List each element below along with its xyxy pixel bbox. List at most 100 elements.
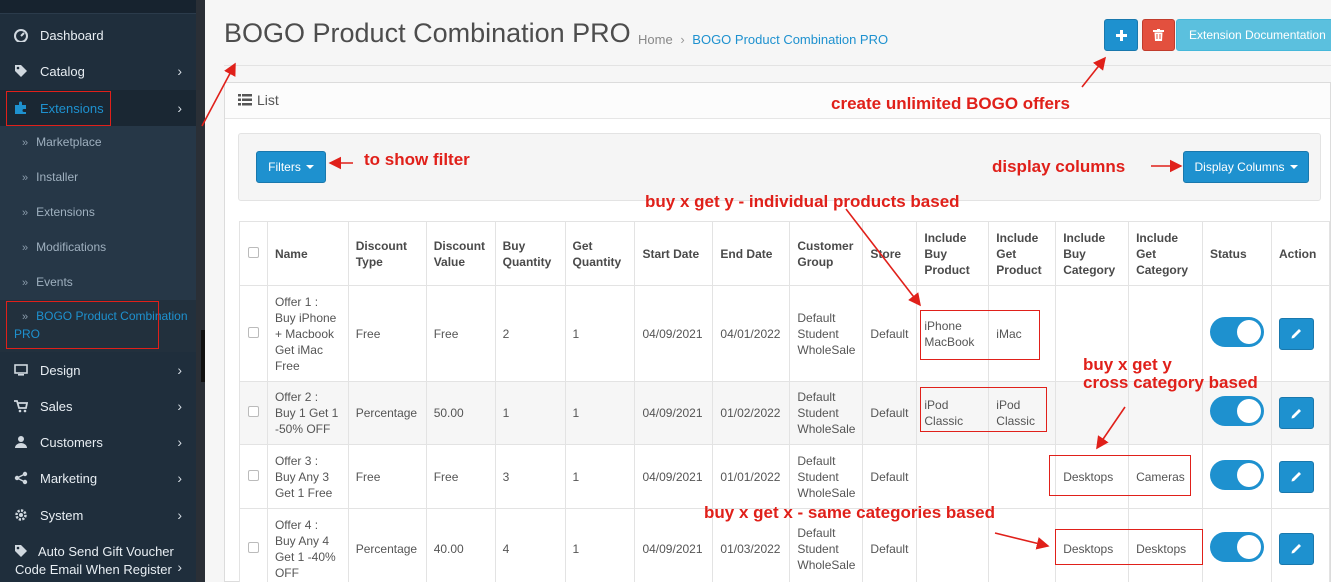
extension-documentation-button[interactable]: Extension Documentation — [1176, 19, 1331, 51]
column-header[interactable]: Include Buy Category — [1055, 221, 1130, 286]
add-button[interactable] — [1104, 19, 1138, 51]
offers-table: Name Discount Type Discount Value Buy Qu… — [239, 221, 1331, 582]
edit-button[interactable] — [1278, 317, 1314, 350]
chevron-right-icon: › — [177, 507, 182, 523]
column-header[interactable]: Include Get Category — [1128, 221, 1203, 286]
caret-down-icon — [305, 165, 314, 169]
cell-start: 04/09/2021 — [634, 285, 714, 382]
chevron-right-icon: › — [177, 362, 182, 378]
sidebar-item-label: Design — [40, 362, 81, 378]
dashboard-icon — [14, 28, 30, 43]
row-checkbox[interactable] — [247, 541, 259, 553]
chevron-right-icon: › — [177, 434, 182, 450]
breadcrumb-home[interactable]: Home — [638, 32, 673, 47]
status-toggle[interactable] — [1209, 316, 1264, 347]
edit-button[interactable] — [1278, 397, 1314, 429]
sidebar-sub-events[interactable]: » Events — [0, 266, 196, 300]
column-header[interactable]: Discount Type — [347, 221, 427, 286]
cell-name: Offer 2 : Buy 1 Get 1 -50% OFF — [266, 381, 349, 445]
same-categories-box — [1055, 529, 1203, 565]
row-checkbox[interactable] — [247, 326, 259, 338]
cart-icon — [14, 399, 30, 413]
cell-action — [1270, 508, 1331, 582]
sub-item-label: Modifications — [36, 240, 107, 254]
cell-value: Free — [425, 444, 496, 509]
sub-item-label: Extensions — [36, 205, 95, 219]
cell-end: 01/01/2022 — [712, 444, 791, 509]
column-header[interactable]: Name — [266, 221, 349, 286]
sidebar-item-design[interactable]: Design › — [0, 359, 196, 381]
breadcrumb-current[interactable]: BOGO Product Combination PRO — [692, 32, 888, 47]
caret-down-icon — [1289, 165, 1298, 169]
column-header[interactable]: Include Buy Product — [916, 221, 990, 286]
share-icon — [14, 471, 30, 485]
pencil-icon — [1291, 408, 1301, 418]
list-icon — [238, 94, 252, 106]
edit-button[interactable] — [1278, 532, 1314, 565]
table-header-row: Name Discount Type Discount Value Buy Qu… — [239, 221, 1331, 286]
cell-buy-qty: 2 — [494, 285, 566, 382]
cell-action — [1270, 444, 1331, 509]
trash-icon — [1153, 29, 1164, 41]
sidebar-item-system[interactable]: System › — [0, 504, 196, 526]
delete-button[interactable] — [1142, 19, 1175, 51]
sidebar-item-label: Sales — [40, 398, 73, 414]
sidebar: Dashboard Catalog › Extensions › » Market… — [0, 0, 196, 582]
sidebar-item-label: Auto Send Gift Voucher Code Email When R… — [15, 544, 174, 577]
cell-get-qty: 1 — [564, 508, 636, 582]
row-checkbox[interactable] — [247, 406, 259, 417]
annotation-cross-category-1: buy x get y — [1083, 355, 1172, 374]
panel-heading: List — [225, 83, 1330, 119]
monitor-icon — [14, 363, 30, 377]
column-header[interactable]: Store — [862, 221, 918, 286]
row-checkbox[interactable] — [247, 469, 259, 481]
cell-start: 04/09/2021 — [634, 444, 714, 509]
status-toggle[interactable] — [1209, 531, 1264, 562]
sidebar-item-label: System — [40, 507, 84, 523]
cell-action — [1270, 381, 1331, 445]
column-header[interactable]: End Date — [712, 221, 791, 286]
filters-label: Filters — [268, 160, 301, 174]
row-select-cell — [239, 381, 268, 445]
display-columns-button[interactable]: Display Columns — [1183, 151, 1309, 183]
sidebar-sub-modifications[interactable]: » Modifications — [0, 231, 196, 266]
sidebar-item-customers[interactable]: Customers › — [0, 431, 196, 453]
column-header[interactable]: Discount Value — [425, 221, 496, 286]
header-divider — [224, 65, 1331, 66]
status-toggle[interactable] — [1209, 459, 1264, 490]
filters-button[interactable]: Filters — [256, 151, 326, 183]
cell-type: Free — [347, 285, 427, 382]
sidebar-item-dashboard[interactable]: Dashboard — [0, 24, 196, 46]
sidebar-item-catalog[interactable]: Catalog › — [0, 60, 196, 82]
sidebar-item-marketing[interactable]: Marketing › — [0, 467, 196, 489]
cell-get-qty: 1 — [564, 285, 636, 382]
chevron-right-icon: › — [177, 100, 182, 116]
sub-item-label: Events — [36, 275, 73, 289]
sidebar-item-gift-voucher[interactable]: Auto Send Gift Voucher Code Email When R… — [0, 541, 196, 581]
cross-category-box — [1049, 455, 1191, 496]
column-header[interactable]: Get Quantity — [564, 221, 636, 286]
sidebar-sub-installer[interactable]: » Installer — [0, 161, 196, 196]
sub-item-label: Marketplace — [36, 135, 102, 149]
cell-status — [1201, 285, 1272, 382]
edit-button[interactable] — [1278, 460, 1314, 493]
column-header[interactable]: Customer Group — [789, 221, 864, 286]
chevron-right-icon: › — [177, 398, 182, 414]
display-columns-label: Display Columns — [1194, 160, 1285, 174]
cell-start: 04/09/2021 — [634, 381, 714, 445]
column-header[interactable]: Include Get Product — [988, 221, 1057, 286]
sidebar-item-sales[interactable]: Sales › — [0, 395, 196, 417]
column-header[interactable]: Buy Quantity — [494, 221, 566, 286]
same-products-box — [920, 387, 1047, 432]
column-header[interactable]: Start Date — [634, 221, 714, 286]
cell-get-product — [988, 508, 1057, 582]
cell-group: Default Student WholeSale — [789, 381, 864, 445]
sidebar-sub-marketplace[interactable]: » Marketplace — [0, 126, 196, 161]
select-all-checkbox[interactable] — [247, 246, 259, 258]
status-toggle[interactable] — [1209, 396, 1264, 426]
column-header[interactable]: Status — [1201, 221, 1272, 286]
sidebar-sub-extensions[interactable]: » Extensions — [0, 196, 196, 231]
annotation-create-offers: create unlimited BOGO offers — [831, 94, 1070, 113]
cell-action — [1270, 285, 1331, 382]
screenshot-root: Dashboard Catalog › Extensions › » Market… — [0, 0, 1331, 582]
